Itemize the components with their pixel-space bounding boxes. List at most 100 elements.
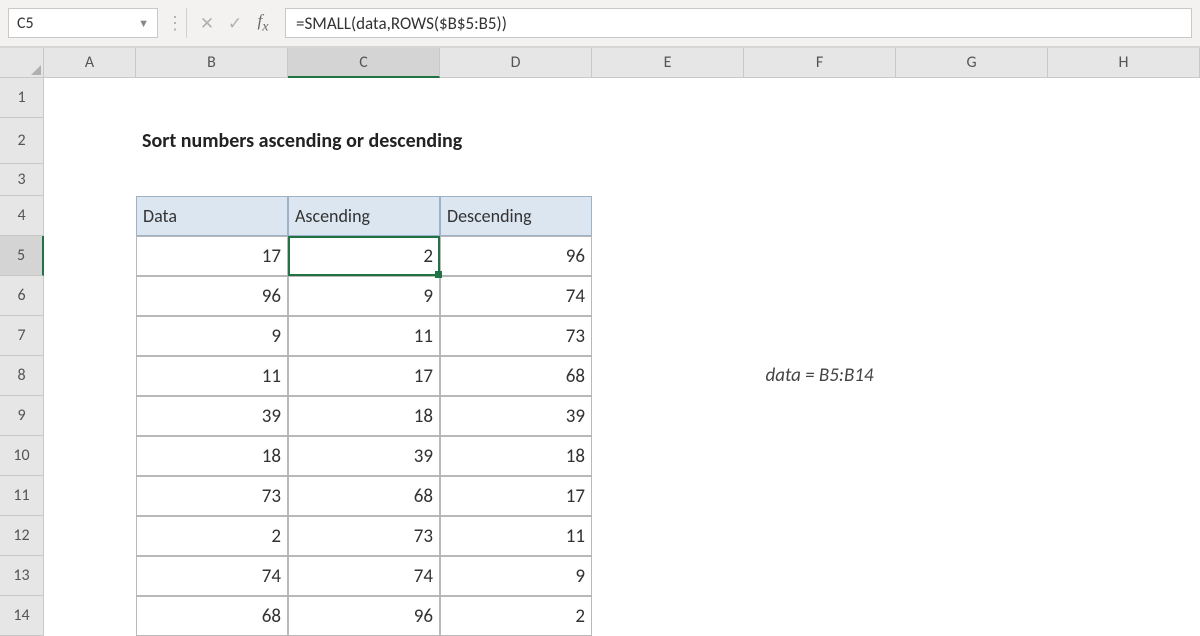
row-header-5[interactable]: 5 — [0, 236, 44, 276]
row-header-14[interactable]: 14 — [0, 596, 44, 636]
cell-E7[interactable] — [592, 316, 744, 356]
cell-C6[interactable]: 9 — [288, 276, 440, 316]
row-header-2[interactable]: 2 — [0, 118, 44, 164]
cell-G12[interactable] — [896, 516, 1048, 556]
cell-G9[interactable] — [896, 396, 1048, 436]
name-box[interactable]: C5 ▼ — [8, 8, 158, 38]
cell-A9[interactable] — [44, 396, 136, 436]
cell-B5[interactable]: 17 — [136, 236, 288, 276]
cell-F12[interactable] — [744, 516, 896, 556]
cell-A3[interactable] — [44, 164, 136, 196]
cell-F5[interactable] — [744, 236, 896, 276]
cell-E6[interactable] — [592, 276, 744, 316]
cell-C11[interactable]: 68 — [288, 476, 440, 516]
cell-H8[interactable] — [1048, 356, 1200, 396]
cell-E8[interactable] — [592, 356, 744, 396]
cell-H9[interactable] — [1048, 396, 1200, 436]
cell-A6[interactable] — [44, 276, 136, 316]
drag-handle-icon[interactable]: ⋮ — [166, 12, 180, 34]
cell-E5[interactable] — [592, 236, 744, 276]
cell-B12[interactable]: 2 — [136, 516, 288, 556]
cell-G5[interactable] — [896, 236, 1048, 276]
col-header-H[interactable]: H — [1048, 48, 1200, 78]
cell-E1[interactable] — [592, 78, 744, 118]
cell-F9[interactable] — [744, 396, 896, 436]
cell-C5[interactable]: 2 — [288, 236, 440, 276]
cell-F10[interactable] — [744, 436, 896, 476]
cell-D6[interactable]: 74 — [440, 276, 592, 316]
cell-B1[interactable] — [136, 78, 288, 118]
row-header-4[interactable]: 4 — [0, 196, 44, 236]
cell-C10[interactable]: 39 — [288, 436, 440, 476]
cell-F6[interactable] — [744, 276, 896, 316]
cell-A4[interactable] — [44, 196, 136, 236]
cell-H11[interactable] — [1048, 476, 1200, 516]
row-header-3[interactable]: 3 — [0, 164, 44, 196]
cell-G13[interactable] — [896, 556, 1048, 596]
cell-B3[interactable] — [136, 164, 288, 196]
cell-B7[interactable]: 9 — [136, 316, 288, 356]
row-header-10[interactable]: 10 — [0, 436, 44, 476]
cell-C4[interactable]: Ascending — [288, 196, 440, 236]
row-header-8[interactable]: 8 — [0, 356, 44, 396]
cell-E14[interactable] — [592, 596, 744, 636]
cell-E3[interactable] — [592, 164, 744, 196]
cell-D5[interactable]: 96 — [440, 236, 592, 276]
cell-A12[interactable] — [44, 516, 136, 556]
cell-G8[interactable] — [896, 356, 1048, 396]
cell-B14[interactable]: 68 — [136, 596, 288, 636]
cell-C14[interactable]: 96 — [288, 596, 440, 636]
cell-A10[interactable] — [44, 436, 136, 476]
col-header-E[interactable]: E — [592, 48, 744, 78]
cancel-icon[interactable]: ✕ — [193, 13, 221, 34]
cell-C3[interactable] — [288, 164, 440, 196]
cell-F4[interactable] — [744, 196, 896, 236]
cell-G1[interactable] — [896, 78, 1048, 118]
cell-D12[interactable]: 11 — [440, 516, 592, 556]
cell-G4[interactable] — [896, 196, 1048, 236]
cell-D13[interactable]: 9 — [440, 556, 592, 596]
cell-F1[interactable] — [744, 78, 896, 118]
cell-A8[interactable] — [44, 356, 136, 396]
cell-D7[interactable]: 73 — [440, 316, 592, 356]
cell-D8[interactable]: 68 — [440, 356, 592, 396]
cell-H14[interactable] — [1048, 596, 1200, 636]
cell-G3[interactable] — [896, 164, 1048, 196]
cell-G11[interactable] — [896, 476, 1048, 516]
cell-H12[interactable] — [1048, 516, 1200, 556]
cell-F14[interactable] — [744, 596, 896, 636]
cell-E11[interactable] — [592, 476, 744, 516]
cell-F8[interactable]: data = B5:B14 — [744, 356, 896, 396]
cell-D4[interactable]: Descending — [440, 196, 592, 236]
cell-B2[interactable]: Sort numbers ascending or descending — [136, 118, 896, 164]
cell-C13[interactable]: 74 — [288, 556, 440, 596]
cell-C9[interactable]: 18 — [288, 396, 440, 436]
cell-A1[interactable] — [44, 78, 136, 118]
cell-A2[interactable] — [44, 118, 136, 164]
cell-D9[interactable]: 39 — [440, 396, 592, 436]
cell-C12[interactable]: 73 — [288, 516, 440, 556]
cell-H5[interactable] — [1048, 236, 1200, 276]
col-header-D[interactable]: D — [440, 48, 592, 78]
row-header-13[interactable]: 13 — [0, 556, 44, 596]
cell-G10[interactable] — [896, 436, 1048, 476]
cell-A5[interactable] — [44, 236, 136, 276]
enter-icon[interactable]: ✓ — [221, 13, 249, 34]
cell-C7[interactable]: 11 — [288, 316, 440, 356]
cell-A11[interactable] — [44, 476, 136, 516]
fx-icon[interactable]: fx — [249, 11, 277, 35]
cell-F13[interactable] — [744, 556, 896, 596]
cell-B10[interactable]: 18 — [136, 436, 288, 476]
cell-E12[interactable] — [592, 516, 744, 556]
col-header-G[interactable]: G — [896, 48, 1048, 78]
cell-D10[interactable]: 18 — [440, 436, 592, 476]
cell-B11[interactable]: 73 — [136, 476, 288, 516]
cell-E13[interactable] — [592, 556, 744, 596]
cell-E4[interactable] — [592, 196, 744, 236]
cell-B8[interactable]: 11 — [136, 356, 288, 396]
col-header-C[interactable]: C — [288, 48, 440, 78]
cell-F7[interactable] — [744, 316, 896, 356]
row-header-11[interactable]: 11 — [0, 476, 44, 516]
cell-H13[interactable] — [1048, 556, 1200, 596]
cell-E9[interactable] — [592, 396, 744, 436]
